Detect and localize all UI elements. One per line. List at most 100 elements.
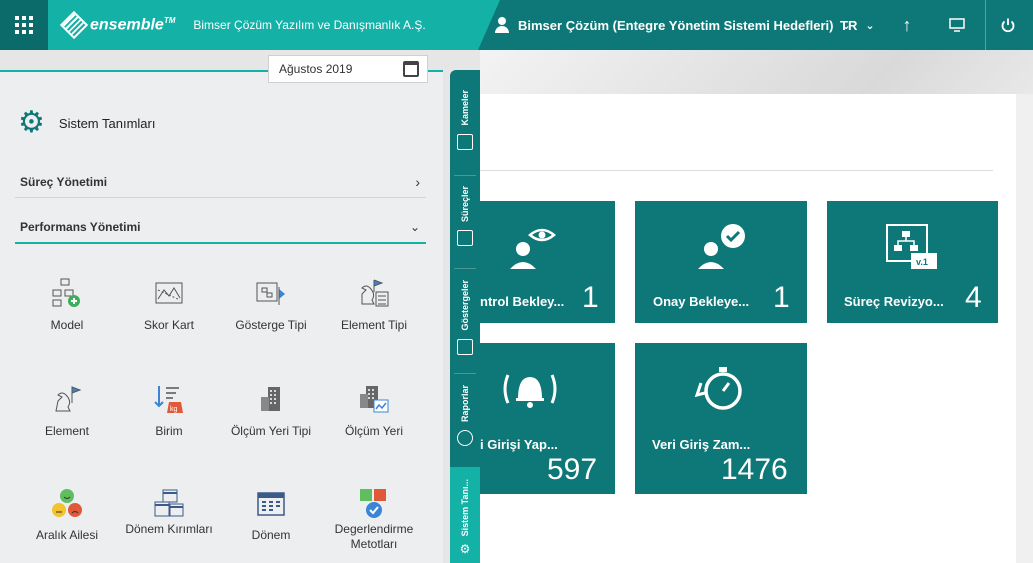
menu-item-measure-place-type[interactable]: Ölçüm Yeri Tipi: [221, 382, 321, 438]
tile-data-entry-time[interactable]: Veri Giriş Zam... 1476: [635, 343, 807, 494]
tab-reports[interactable]: Raporlar: [450, 385, 480, 447]
unit-icon: kg: [154, 386, 183, 413]
menu-item-model[interactable]: Model: [17, 276, 117, 332]
tile-value: 4: [965, 281, 982, 314]
panel-header: ⚙ Sistem Tanımları: [18, 108, 155, 138]
tile-value: 1: [582, 281, 599, 314]
scorecard-icon: [457, 133, 473, 150]
tile-control-pending[interactable]: ntrol Bekley... 1: [462, 201, 615, 323]
stopwatch-icon: [694, 367, 742, 410]
tab-label: Sistem Tanı...: [460, 479, 470, 537]
model-icon: [52, 278, 80, 307]
indicator-icon: [457, 338, 473, 355]
menu-item-evaluation-methods[interactable]: Degerlendirme Metotları: [324, 486, 424, 552]
tile-value: 1: [773, 281, 790, 314]
panel-title: Sistem Tanımları: [58, 115, 156, 131]
menu-item-scorecard[interactable]: Skor Kart: [119, 276, 219, 332]
divider: [454, 175, 476, 176]
menu-item-label: Birim: [155, 424, 183, 438]
divider: [454, 268, 476, 269]
section-performance-management[interactable]: Performans Yönetimi ⌄: [15, 212, 426, 244]
menu-item-range-family[interactable]: Aralık Ailesi: [17, 486, 117, 542]
menu-item-label: Element: [44, 424, 90, 438]
user-check-icon: [698, 224, 745, 269]
menu-item-element[interactable]: Element: [17, 382, 117, 438]
user-icon: [494, 17, 510, 33]
tab-processes[interactable]: Süreçler: [450, 186, 480, 247]
tile-approval-pending[interactable]: Onay Bekleye... 1: [635, 201, 807, 323]
bell-icon: [503, 374, 557, 408]
monitor-icon: [949, 18, 965, 32]
period-icon: [257, 492, 285, 516]
tile-value: 597: [547, 453, 598, 486]
tab-kameler[interactable]: Kameler: [450, 90, 480, 150]
menu-item-label: Skor Kart: [143, 318, 194, 332]
scrollbar[interactable]: [1016, 94, 1033, 563]
upload-button[interactable]: ↑: [887, 0, 927, 50]
flowchart-version-icon: v.1: [886, 224, 937, 269]
tab-system-definitions[interactable]: Sistem Tanı... ⚙: [450, 467, 480, 563]
scorecard-icon: [155, 282, 183, 304]
menu-item-label: Gösterge Tipi: [235, 318, 307, 332]
divider: [985, 0, 986, 50]
menu-item-label: Dönem: [251, 528, 291, 542]
menu-item-measure-place[interactable]: Ölçüm Yeri: [324, 382, 424, 438]
section-process-management[interactable]: Süreç Yönetimi ›: [15, 166, 426, 198]
company-name: Bimser Çözüm Yazılım ve Danışmanlık A.Ş.: [193, 18, 426, 32]
language-value: TR: [840, 17, 858, 33]
period-date-picker[interactable]: Ağustos 2019: [268, 55, 428, 83]
measure-place-icon: [360, 386, 389, 413]
indicator-type-icon: [256, 282, 285, 305]
svg-text:kg: kg: [170, 406, 178, 413]
menu-item-unit[interactable]: kg Birim: [119, 382, 219, 438]
tab-indicators[interactable]: Göstergeler: [450, 280, 480, 355]
measure-place-type-icon: [261, 387, 280, 411]
menu-item-label: Aralık Ailesi: [35, 528, 99, 542]
brand-bar: ensembleTM Bimser Çözüm Yazılım ve Danış…: [48, 0, 478, 50]
logo-icon: [59, 10, 89, 40]
tile-label: Onay Bekleye...: [653, 294, 750, 309]
process-icon: [457, 230, 473, 247]
evaluation-methods-icon: [360, 489, 386, 518]
logout-button[interactable]: [988, 0, 1028, 50]
tile-data-entry[interactable]: i Girişi Yap... 597: [462, 343, 615, 494]
app-launcher-button[interactable]: [0, 0, 48, 50]
chevron-down-icon: ⌄: [409, 220, 420, 234]
user-menu[interactable]: Bimser Çözüm (Entegre Yönetim Sistemi He…: [494, 0, 851, 50]
logo[interactable]: ensembleTM: [59, 10, 175, 40]
section-label: Performans Yönetimi: [20, 220, 141, 234]
element-type-icon: [361, 279, 389, 307]
divider: [454, 373, 476, 374]
tab-label: Kameler: [460, 90, 470, 126]
user-name: Bimser Çözüm (Entegre Yönetim Sistemi He…: [518, 17, 834, 33]
divider: [480, 170, 993, 171]
tile-process-revision[interactable]: v.1 Süreç Revizyo... 4: [827, 201, 998, 323]
menu-item-label: Element Tipi: [340, 318, 408, 332]
tab-label: Göstergeler: [460, 280, 470, 331]
menu-item-label: Ölçüm Yeri Tipi: [230, 424, 312, 438]
power-icon: [1001, 18, 1015, 33]
chevron-right-icon: ›: [415, 173, 420, 190]
section-label: Süreç Yönetimi: [20, 174, 108, 189]
tile-label: Veri Giriş Zam...: [652, 437, 751, 452]
menu-item-label: Model: [50, 318, 84, 332]
menu-item-period[interactable]: Dönem: [221, 486, 321, 542]
system-definitions-panel: ⚙ Sistem Tanımları Süreç Yönetimi › Perf…: [0, 70, 443, 563]
tile-label: i Girişi Yap...: [480, 437, 558, 452]
menu-item-label: Ölçüm Yeri: [344, 424, 404, 438]
language-select[interactable]: TR ⌄: [840, 0, 875, 50]
calendar-icon: [403, 61, 419, 77]
svg-text:v.1: v.1: [916, 257, 928, 267]
fullscreen-button[interactable]: [937, 0, 977, 50]
menu-item-element-type[interactable]: Element Tipi: [324, 276, 424, 332]
tile-label: Süreç Revizyo...: [844, 294, 944, 309]
vertical-tab-strip: Kameler Süreçler Göstergeler Raporlar Si…: [450, 70, 480, 563]
menu-item-period-breaks[interactable]: Dönem Kırımları: [119, 486, 219, 537]
chevron-down-icon: ⌄: [865, 19, 875, 32]
user-eye-icon: [510, 228, 556, 269]
gear-icon: ⚙: [18, 106, 45, 139]
menu-item-indicator-type[interactable]: Gösterge Tipi: [221, 276, 321, 332]
tile-value: 1476: [721, 453, 788, 486]
date-value: Ağustos 2019: [279, 62, 353, 76]
menu-item-label: Dönem Kırımları: [125, 522, 213, 536]
